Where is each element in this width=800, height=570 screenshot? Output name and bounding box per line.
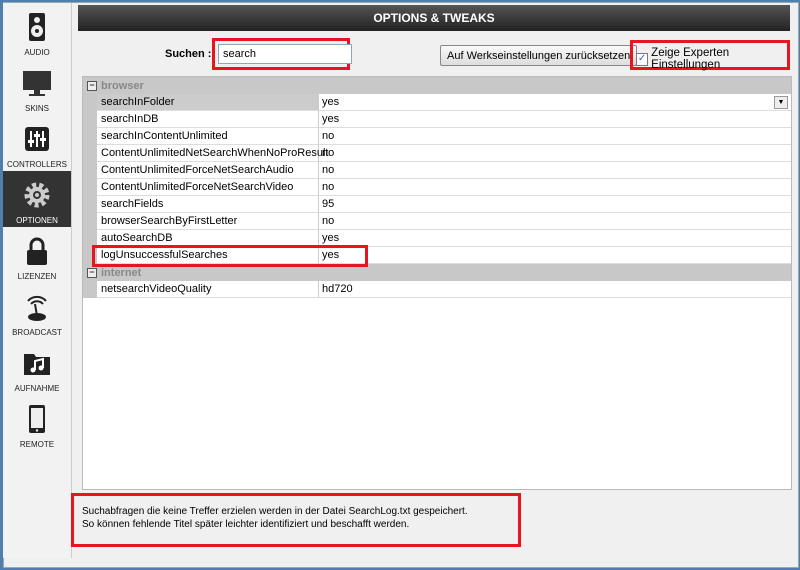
setting-value[interactable]: no — [319, 162, 791, 179]
setting-value[interactable]: yes — [319, 247, 791, 264]
setting-value[interactable]: yes — [319, 111, 791, 128]
setting-value[interactable]: yes — [319, 230, 791, 247]
collapse-icon[interactable]: − — [87, 267, 97, 278]
info-line: Suchabfragen die keine Treffer erzielen … — [82, 506, 468, 517]
table-row[interactable]: searchInContentUnlimited no — [83, 128, 791, 145]
mixer-icon — [25, 127, 49, 151]
sidebar-item-label: AUDIO — [24, 48, 50, 57]
expert-settings-label: Zeige Experten Einstellungen — [651, 47, 730, 71]
table-row[interactable]: ContentUnlimitedForceNetSearchVideo no — [83, 179, 791, 196]
group-label: browser — [101, 79, 144, 92]
setting-value-text: yes — [322, 232, 340, 244]
table-row[interactable]: searchInDB yes — [83, 111, 791, 128]
speaker-icon — [29, 13, 45, 41]
table-row[interactable]: browserSearchByFirstLetter no — [83, 213, 791, 230]
search-input[interactable] — [218, 44, 352, 64]
sidebar-item-broadcast[interactable]: BROADCAST — [3, 283, 71, 339]
sidebar-item-controllers[interactable]: CONTROLLERS — [3, 115, 71, 171]
tablet-icon — [29, 405, 45, 433]
table-row[interactable]: netsearchVideoQuality hd720 — [83, 281, 791, 298]
monitor-icon — [23, 71, 51, 96]
checkbox-icon[interactable]: ✓ — [636, 52, 649, 66]
sidebar-item-remote[interactable]: REMOTE — [3, 395, 71, 451]
setting-value-text: hd720 — [322, 283, 353, 295]
setting-key: searchFields — [97, 196, 319, 213]
setting-value-text: no — [322, 130, 335, 142]
main-panel: OPTIONS & TWEAKS Suchen : Auf Werkseinst… — [78, 5, 792, 555]
dropdown-arrow-icon[interactable]: ▼ — [774, 96, 788, 109]
sidebar-item-skins[interactable]: SKINS — [3, 59, 71, 115]
setting-value-text: yes — [322, 113, 340, 125]
sidebar-item-label: BROADCAST — [12, 328, 62, 337]
sidebar-item-label: SKINS — [24, 104, 49, 113]
table-row[interactable]: ContentUnlimitedNetSearchWhenNoProResult… — [83, 145, 791, 162]
settings-table: − browser searchInFolder yes ▼ searchInDB yes s… — [82, 76, 792, 490]
setting-value-text: no — [322, 181, 335, 193]
sidebar-item-label: LIZENZEN — [17, 272, 57, 281]
sidebar-item-label: OPTIONEN — [16, 216, 58, 225]
sidebar-item-lizenzen[interactable]: LIZENZEN — [3, 227, 71, 283]
highlight-row — [92, 245, 368, 267]
setting-key: searchInDB — [97, 111, 319, 128]
reset-defaults-button[interactable]: Auf Werkseinstellungen zurücksetzen — [440, 45, 638, 66]
sidebar: AUDIO SKINS CONTROLLERS OPTIONEN LIZENZEN BRO… — [3, 3, 72, 558]
setting-value-text: no — [322, 164, 335, 176]
sidebar-item-audio[interactable]: AUDIO — [3, 3, 71, 59]
setting-key: browserSearchByFirstLetter — [97, 213, 319, 230]
table-row[interactable]: searchInFolder yes ▼ — [83, 94, 791, 111]
setting-value[interactable]: hd720 — [319, 281, 791, 298]
sidebar-item-optionen[interactable]: OPTIONEN — [3, 171, 71, 227]
setting-value[interactable]: no — [319, 179, 791, 196]
setting-value-text: 95 — [322, 198, 335, 210]
info-text: Suchabfragen die keine Treffer erzielen … — [82, 505, 468, 531]
setting-value[interactable]: no — [319, 145, 791, 162]
sidebar-item-label: REMOTE — [19, 440, 55, 449]
group-header-browser[interactable]: − browser — [83, 77, 791, 94]
setting-key: ContentUnlimitedForceNetSearchVideo — [97, 179, 319, 196]
sidebar-item-label: AUFNAHME — [14, 384, 60, 393]
setting-value-text: yes — [322, 96, 340, 108]
broadcast-icon — [27, 295, 47, 321]
setting-key: searchInContentUnlimited — [97, 128, 319, 145]
search-label: Suchen : — [165, 48, 212, 60]
setting-value[interactable]: no — [319, 128, 791, 145]
gear-icon — [24, 182, 50, 208]
lock-icon — [27, 237, 47, 265]
music-folder-icon — [24, 354, 50, 375]
group-label: internet — [101, 266, 142, 279]
setting-value[interactable]: 95 — [319, 196, 791, 213]
setting-value[interactable]: yes ▼ — [319, 94, 791, 111]
setting-value-text: no — [322, 215, 335, 227]
setting-value-text: no — [322, 147, 335, 159]
table-row[interactable]: ContentUnlimitedForceNetSearchAudio no — [83, 162, 791, 179]
sidebar-item-label: CONTROLLERS — [6, 160, 67, 169]
setting-key: ContentUnlimitedNetSearchWhenNoProResult — [97, 145, 328, 162]
info-line: So können fehlende Titel später leichter… — [82, 519, 410, 530]
setting-key: ContentUnlimitedForceNetSearchAudio — [97, 162, 319, 179]
setting-value[interactable]: no — [319, 213, 791, 230]
collapse-icon[interactable]: − — [87, 80, 97, 91]
page-title: OPTIONS & TWEAKS — [78, 5, 790, 31]
table-row[interactable]: searchFields 95 — [83, 196, 791, 213]
setting-key: searchInFolder — [97, 94, 319, 111]
expert-settings-checkbox[interactable]: ✓ Zeige Experten Einstellungen — [636, 47, 790, 71]
setting-key: netsearchVideoQuality — [97, 281, 319, 298]
sidebar-item-aufnahme[interactable]: AUFNAHME — [3, 339, 71, 395]
